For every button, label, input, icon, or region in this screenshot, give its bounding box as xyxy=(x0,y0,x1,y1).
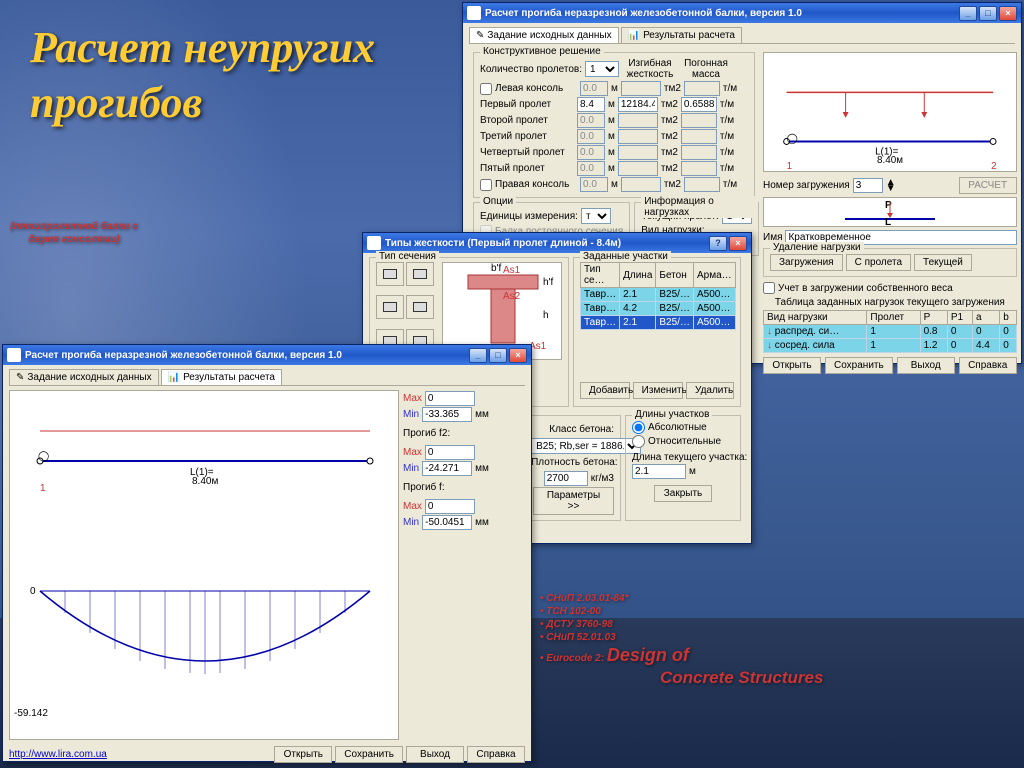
help-button[interactable]: Справка xyxy=(959,357,1017,374)
headline: Расчет неупругих прогибов xyxy=(30,20,450,130)
close-button[interactable]: × xyxy=(999,6,1017,21)
svg-text:As1: As1 xyxy=(503,265,521,276)
params-button[interactable]: Параметры >> xyxy=(533,487,614,515)
exit-button[interactable]: Выход xyxy=(897,357,955,374)
add-button[interactable]: Добавить xyxy=(580,382,630,399)
right-console-check[interactable] xyxy=(480,179,492,191)
close-button[interactable]: Закрыть xyxy=(654,485,712,502)
window-title: Расчет прогиба неразрезной железобетонно… xyxy=(25,350,467,361)
app-icon xyxy=(7,348,21,362)
app-icon xyxy=(367,236,381,250)
span1-ei[interactable] xyxy=(618,97,658,112)
open-button[interactable]: Открыть xyxy=(763,357,821,374)
svg-text:8.40м: 8.40м xyxy=(192,476,218,487)
beam-diagram: ◯ L(1)=8.40м 12 xyxy=(763,52,1017,172)
span1-mass[interactable] xyxy=(681,97,717,112)
whatsthis-button[interactable]: ? xyxy=(709,236,727,251)
svg-text:h'f: h'f xyxy=(543,277,553,288)
url-link[interactable]: http://www.lira.com.ua xyxy=(9,749,107,760)
svg-text:As2: As2 xyxy=(503,291,521,302)
svg-text:h: h xyxy=(543,310,549,321)
segments-table[interactable]: Тип се…ДлинаБетонАрма… Тавр…2.1B25/…A500… xyxy=(580,262,736,330)
spans-select[interactable]: 1 xyxy=(585,61,619,77)
seg-len-input[interactable] xyxy=(632,464,686,479)
svg-text:◯: ◯ xyxy=(38,451,49,462)
ymin-label: -59.142 xyxy=(14,708,48,719)
close-button[interactable]: × xyxy=(509,348,527,363)
svg-text:1: 1 xyxy=(40,483,46,494)
svg-text:P: P xyxy=(885,200,892,211)
svg-text:0: 0 xyxy=(30,586,36,597)
titlebar[interactable]: Расчет прогиба неразрезной железобетонно… xyxy=(463,3,1021,23)
window-title: Типы жесткости (Первый пролет длиной - 8… xyxy=(385,238,707,249)
loadcase-num[interactable] xyxy=(853,178,883,193)
group-delete-load: Удаление нагрузки ЗагруженияС пролетаТек… xyxy=(763,248,1017,277)
maximize-button[interactable]: □ xyxy=(489,348,507,363)
open-button[interactable]: Открыть xyxy=(274,746,332,763)
tab-input[interactable]: ✎ Задание исходных данных xyxy=(469,27,619,43)
maximize-button[interactable]: □ xyxy=(979,6,997,21)
minimize-button[interactable]: _ xyxy=(469,348,487,363)
calculate-button[interactable]: РАСЧЕТ xyxy=(959,177,1017,194)
tab-results[interactable]: 📊 Результаты расчета xyxy=(621,27,742,43)
left-console-check[interactable] xyxy=(480,83,492,95)
btn-loadcases[interactable]: Загружения xyxy=(770,254,843,271)
tab-results[interactable]: 📊 Результаты расчета xyxy=(161,369,282,385)
loads-table[interactable]: Вид нагрузкиПролетPP1ab ↓ распред. си…10… xyxy=(763,310,1017,353)
tab-input[interactable]: ✎ Задание исходных данных xyxy=(9,369,159,385)
exit-button[interactable]: Выход xyxy=(406,746,464,763)
btn-current[interactable]: Текущей xyxy=(914,254,972,271)
group-construction: Конструктивное решение Количество пролет… xyxy=(473,52,755,198)
section-shape-icon[interactable] xyxy=(376,295,404,319)
density-input[interactable] xyxy=(544,471,588,486)
svg-text:◯: ◯ xyxy=(787,134,798,145)
svg-text:b'f: b'f xyxy=(491,263,501,274)
rel-radio[interactable] xyxy=(632,435,645,448)
deflection-plot: ◯ L(1)=8.40м 1 0 -59.142 xyxy=(9,390,399,740)
abs-radio[interactable] xyxy=(632,421,645,434)
section-shape-icon[interactable] xyxy=(406,295,434,319)
minimize-button[interactable]: _ xyxy=(959,6,977,21)
span1-len[interactable] xyxy=(577,97,605,112)
help-button[interactable]: Справка xyxy=(467,746,525,763)
own-weight-check[interactable] xyxy=(763,282,775,294)
svg-text:2: 2 xyxy=(991,161,996,171)
subheadline: (пятипролетной балки сдвумя консолями) xyxy=(10,220,138,246)
app-icon xyxy=(467,6,481,20)
save-button[interactable]: Сохранить xyxy=(825,357,893,374)
svg-text:8.40м: 8.40м xyxy=(877,155,903,166)
save-button[interactable]: Сохранить xyxy=(335,746,403,763)
section-shape-icon[interactable] xyxy=(376,262,404,286)
svg-text:L: L xyxy=(885,217,891,225)
section-shape-icon[interactable] xyxy=(406,262,434,286)
titlebar[interactable]: Типы жесткости (Первый пролет длиной - 8… xyxy=(363,233,751,253)
titlebar[interactable]: Расчет прогиба неразрезной железобетонно… xyxy=(3,345,531,365)
edit-button[interactable]: Изменить xyxy=(633,382,683,399)
window-title: Расчет прогиба неразрезной железобетонно… xyxy=(485,8,957,19)
group-seg-lengths: Длины участков Абсолютные Относительные … xyxy=(625,415,741,521)
group-segments: Заданные участки Тип се…ДлинаБетонАрма… … xyxy=(573,257,741,407)
svg-text:1: 1 xyxy=(787,161,792,171)
btn-from-span[interactable]: С пролета xyxy=(846,254,911,271)
delete-button[interactable]: Удалить xyxy=(686,382,734,399)
standards-list: СНиП 2.03.01-84*ТСН 102-00ДСТУ 3760-98СН… xyxy=(540,592,823,689)
load-pictogram: PL xyxy=(763,197,1017,227)
close-button[interactable]: × xyxy=(729,236,747,251)
units-select[interactable]: т xyxy=(581,208,611,224)
results-window: Расчет прогиба неразрезной железобетонно… xyxy=(2,344,532,762)
